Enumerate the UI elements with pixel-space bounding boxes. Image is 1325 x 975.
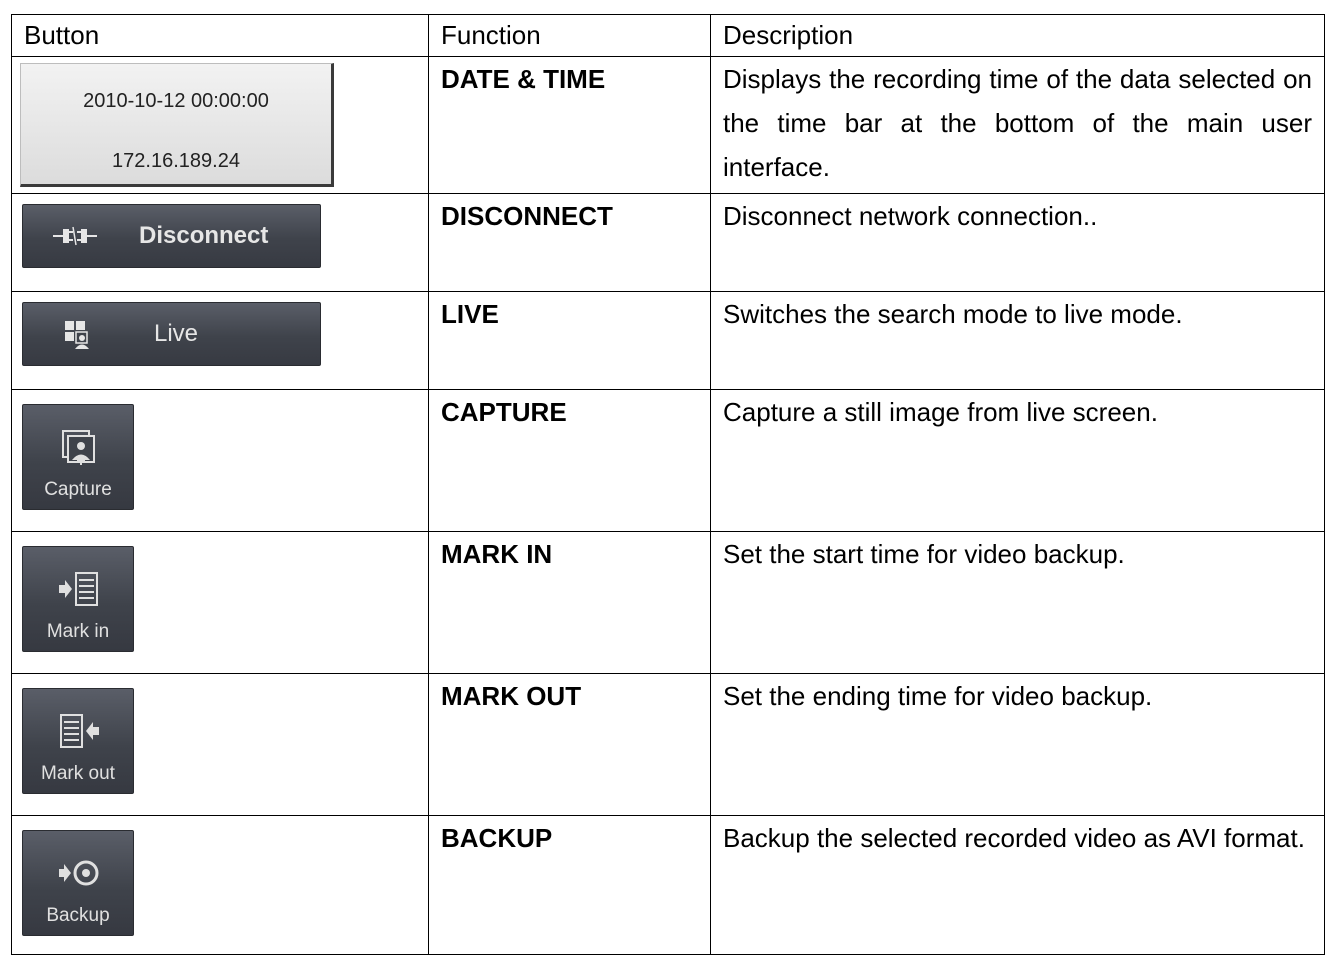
button-cell: Live: [11, 291, 429, 390]
header-function: Function: [428, 14, 711, 57]
table-row: Live LIVE Switches the search mode to li…: [11, 291, 1325, 390]
header-row: Button Function Description: [11, 14, 1325, 57]
button-cell: Mark in: [11, 531, 429, 674]
backup-disc-icon: [59, 860, 99, 886]
backup-label: Backup: [46, 905, 110, 926]
description-cell: Backup the selected recorded video as AV…: [710, 815, 1325, 955]
mark-in-button[interactable]: Mark in: [22, 546, 134, 652]
button-cell: Mark out: [11, 673, 429, 816]
live-button[interactable]: Live: [22, 302, 321, 366]
button-function-table: Button Function Description 2010-10-12 0…: [11, 14, 1325, 955]
description-cell: Switches the search mode to live mode.: [710, 291, 1325, 390]
description-cell: Capture a still image from live screen.: [710, 389, 1325, 532]
disconnect-button[interactable]: Disconnect: [22, 204, 321, 268]
table-row: Mark in MARK IN Set the start time for v…: [11, 531, 1325, 674]
function-cell: DISCONNECT: [428, 193, 711, 292]
mark-out-button[interactable]: Mark out: [22, 688, 134, 794]
table-row: 2010-10-12 00:00:00 172.16.189.24 DATE &…: [11, 56, 1325, 194]
header-button: Button: [11, 14, 429, 57]
description-cell: Set the start time for video backup.: [710, 531, 1325, 674]
description-cell: Set the ending time for video backup.: [710, 673, 1325, 816]
function-cell: MARK OUT: [428, 673, 711, 816]
function-cell: LIVE: [428, 291, 711, 390]
mark-out-icon: [60, 714, 99, 748]
function-cell: MARK IN: [428, 531, 711, 674]
function-cell: BACKUP: [428, 815, 711, 955]
date-time-value: 2010-10-12 00:00:00: [83, 90, 269, 112]
function-cell: CAPTURE: [428, 389, 711, 532]
description-cell: Displays the recording time of the data …: [710, 56, 1325, 194]
live-label: Live: [154, 320, 199, 347]
header-description: Description: [710, 14, 1325, 57]
disconnect-plug-icon: [53, 226, 97, 246]
function-cell: DATE & TIME: [428, 56, 711, 194]
button-cell: 2010-10-12 00:00:00 172.16.189.24: [11, 56, 429, 194]
table-row: Disconnect DISCONNECT Disconnect network…: [11, 193, 1325, 292]
mark-in-label: Mark in: [46, 621, 110, 642]
button-cell: Disconnect: [11, 193, 429, 292]
button-cell: Capture: [11, 389, 429, 532]
description-cell: Disconnect network connection..: [710, 193, 1325, 292]
table-row: Backup BACKUP Backup the selected record…: [11, 815, 1325, 955]
live-view-icon: [65, 321, 89, 349]
capture-label: Capture: [44, 479, 112, 500]
capture-button[interactable]: Capture: [22, 404, 134, 510]
mark-in-icon: [59, 572, 98, 606]
table-row: Mark out MARK OUT Set the ending time fo…: [11, 673, 1325, 816]
ip-address-value: 172.16.189.24: [112, 150, 240, 172]
table-row: Capture CAPTURE Capture a still image fr…: [11, 389, 1325, 532]
mark-out-label: Mark out: [41, 763, 115, 784]
date-time-display: 2010-10-12 00:00:00 172.16.189.24: [20, 63, 334, 187]
button-cell: Backup: [11, 815, 429, 955]
disconnect-label: Disconnect: [139, 222, 269, 249]
capture-icon: [62, 430, 95, 465]
backup-button[interactable]: Backup: [22, 830, 134, 936]
